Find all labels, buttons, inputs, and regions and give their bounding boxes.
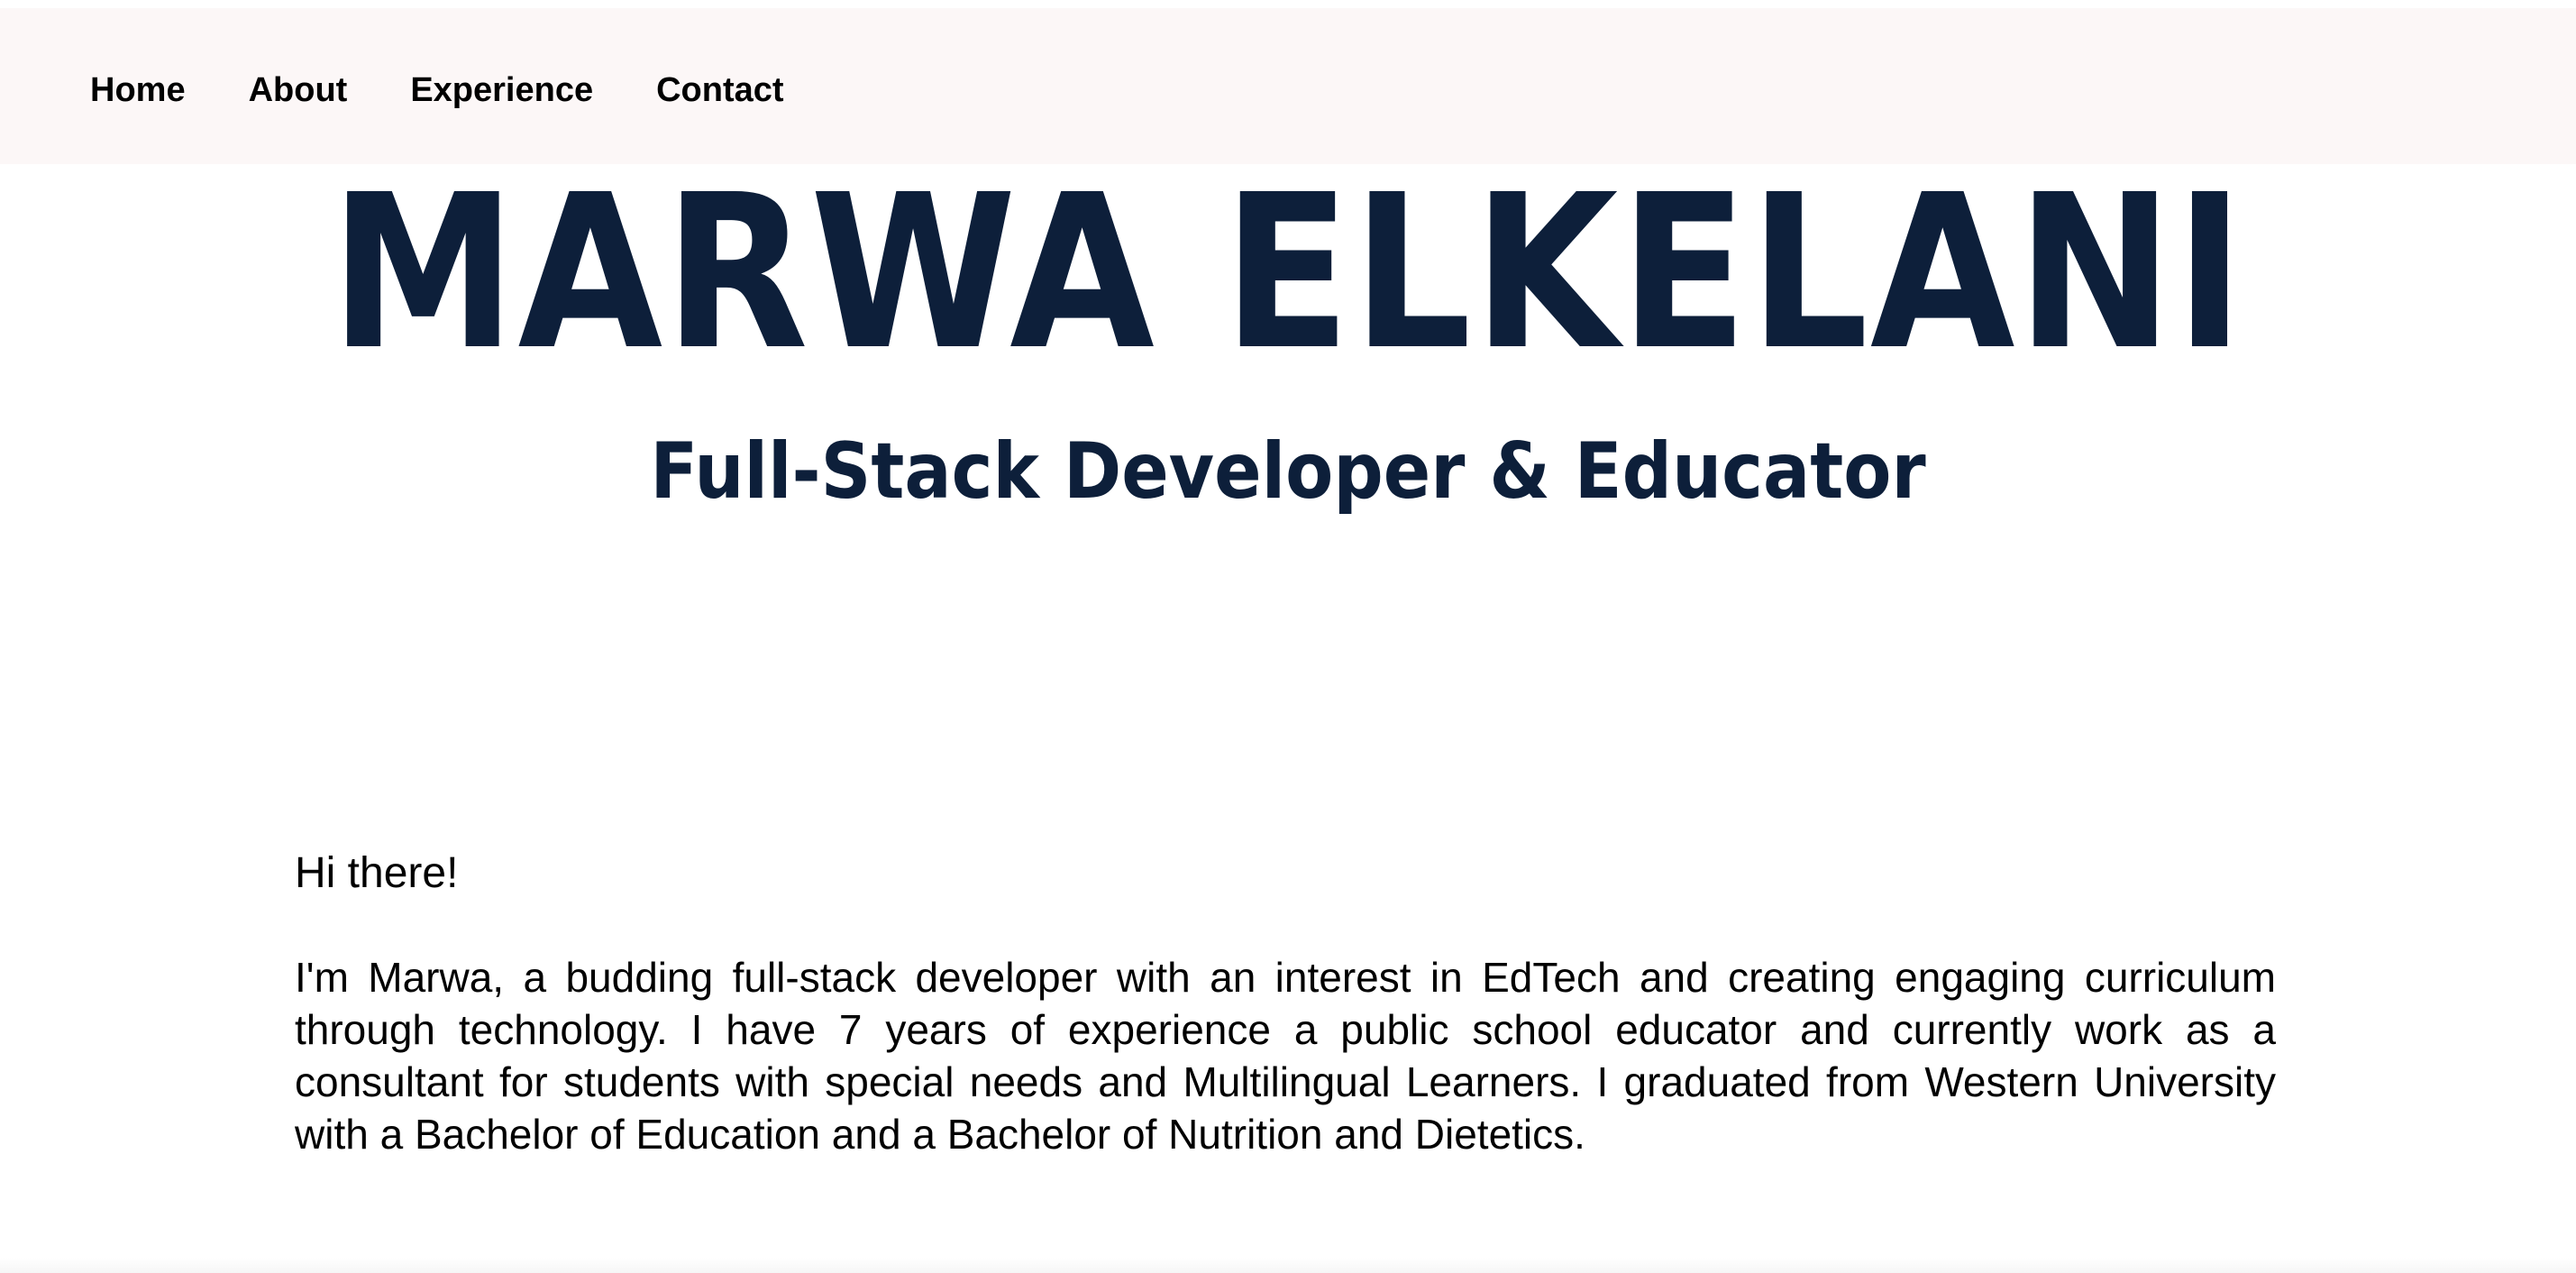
hero-name: MARWA ELKELANI xyxy=(330,149,2246,397)
intro-section: Hi there! I'm Marwa, a budding full-stac… xyxy=(295,847,2276,1160)
section-divider xyxy=(0,1258,2576,1273)
nav-list: Home About Experience Contact xyxy=(0,69,847,107)
nav-link-contact[interactable]: Contact xyxy=(656,71,783,109)
intro-greeting: Hi there! xyxy=(295,849,459,897)
nav-link-home[interactable]: Home xyxy=(90,71,186,109)
nav-link-experience[interactable]: Experience xyxy=(410,71,593,109)
top-navbar: Home About Experience Contact xyxy=(0,8,2576,164)
nav-link-about[interactable]: About xyxy=(249,71,348,109)
intro-bio: I'm Marwa, a budding full-stack develope… xyxy=(295,953,2276,1158)
hero-subtitle: Full-Stack Developer & Educator xyxy=(650,426,1926,517)
